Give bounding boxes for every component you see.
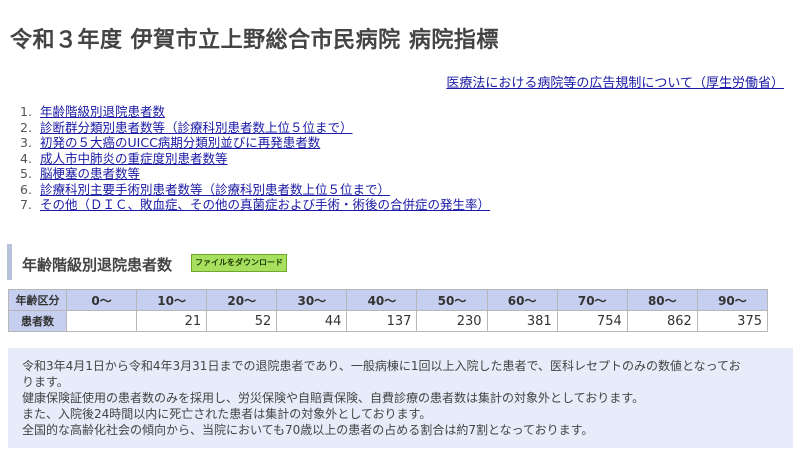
index-item: 6. 診療科別主要手術別患者数等（診療科別患者数上位５位まで） [20, 182, 490, 198]
index-link-dpc-diagnosis[interactable]: 診断群分類別患者数等（診療科別患者数上位５位まで） [40, 120, 353, 135]
index-link-complications[interactable]: その他（ＤＩＣ、敗血症、その他の真菌症および手術・術後の合併症の発生率） [40, 197, 490, 212]
note-text: 健康保険証使用の患者数のみを採用し、労災保険や自賠責保険、自費診療の患者数は集計… [22, 391, 645, 405]
index-item: 2. 診断群分類別患者数等（診療科別患者数上位５位まで） [20, 120, 490, 136]
download-file-button[interactable]: ファイルをダウンロード [191, 254, 287, 272]
note-text: ります。 [22, 375, 69, 389]
table-header-row: 年齢区分 0〜 10〜 20〜 30〜 40〜 50〜 60〜 70〜 80〜 … [8, 289, 769, 311]
section-title: 年齢階級別退院患者数 [22, 256, 173, 274]
index-link-cancer-uicc[interactable]: 初発の５大癌のUICC病期分類別並びに再発患者数 [40, 135, 320, 150]
age-column-header: 20〜 [206, 289, 278, 311]
section-heading: 年齢階級別退院患者数 ファイルをダウンロード [7, 244, 800, 280]
note-text: 全国的な高齢化社会の傾向から、当院においても70歳以上の患者の占める割合は約7割… [22, 423, 594, 437]
patient-count-row-label: 患者数 [8, 310, 67, 332]
age-column-header: 70〜 [556, 289, 628, 311]
index-item: 1. 年齢階級別退院患者数 [20, 104, 490, 120]
indicator-index-list: 1. 年齢階級別退院患者数 2. 診断群分類別患者数等（診療科別患者数上位５位まで）… [20, 104, 490, 213]
index-number: 5. [20, 166, 32, 181]
index-link-pneumonia[interactable]: 成人市中肺炎の重症度別患者数等 [40, 151, 228, 166]
explanation-note-box: 令和3年4月1日から令和4年3月31日までの退院患者であり、一般病棟に1回以上入… [8, 348, 793, 448]
patient-count-cell: 754 [556, 310, 628, 332]
index-number: 3. [20, 135, 32, 150]
age-column-header: 50〜 [416, 289, 488, 311]
patient-count-cell: 52 [206, 310, 278, 332]
index-link-age-group[interactable]: 年齢階級別退院患者数 [40, 104, 165, 119]
patient-count-cell: 375 [696, 310, 769, 332]
index-number: 1. [20, 104, 32, 119]
mhlw-ad-regulation-link[interactable]: 医療法における病院等の広告規制について（厚生労働省） [446, 72, 784, 91]
age-column-header: 60〜 [486, 289, 558, 311]
page-title: 令和３年度 伊賀市立上野総合市民病院 病院指標 [10, 28, 499, 53]
index-number: 2. [20, 119, 32, 135]
index-number: 4. [20, 150, 32, 166]
age-column-header: 90〜 [696, 289, 769, 311]
index-number: 6. [20, 181, 32, 197]
patient-count-cell: 230 [416, 310, 488, 332]
patient-count-cell: 44 [276, 310, 348, 332]
index-item: 7. その他（ＤＩＣ、敗血症、その他の真菌症および手術・術後の合併症の発生率） [20, 197, 490, 213]
note-text: 令和3年4月1日から令和4年3月31日までの退院患者であり、一般病棟に1回以上入… [22, 359, 741, 373]
index-number: 7. [20, 197, 32, 212]
age-column-header: 30〜 [276, 289, 348, 311]
age-column-header: 0〜 [65, 289, 138, 311]
patient-count-cell: 862 [626, 310, 698, 332]
age-group-table: 年齢区分 0〜 10〜 20〜 30〜 40〜 50〜 60〜 70〜 80〜 … [8, 289, 769, 332]
index-item: 3. 初発の５大癌のUICC病期分類別並びに再発患者数 [20, 135, 490, 151]
index-link-surgery[interactable]: 診療科別主要手術別患者数等（診療科別患者数上位５位まで） [40, 182, 390, 197]
table-row: 患者数 21 52 44 137 230 381 754 862 375 [8, 310, 769, 332]
index-link-cerebral-infarction[interactable]: 脳梗塞の患者数等 [40, 166, 140, 181]
age-column-header: 40〜 [346, 289, 418, 311]
index-item: 4. 成人市中肺炎の重症度別患者数等 [20, 151, 490, 167]
patient-count-cell: 381 [486, 310, 558, 332]
age-column-header: 80〜 [626, 289, 698, 311]
age-range-header-label: 年齢区分 [8, 289, 67, 311]
patient-count-cell: 21 [136, 310, 208, 332]
patient-count-cell [65, 310, 138, 332]
note-text: また、入院後24時間以内に死亡された患者は集計の対象外としております。 [22, 407, 432, 421]
patient-count-cell: 137 [346, 310, 418, 332]
age-column-header: 10〜 [136, 289, 208, 311]
index-item: 5. 脳梗塞の患者数等 [20, 166, 490, 182]
